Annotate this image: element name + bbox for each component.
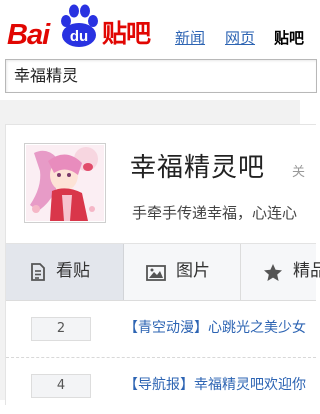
nav-tieba-link[interactable]: 贴吧 [274,29,304,47]
search-input[interactable]: 幸福精灵 [5,59,317,93]
logo-latin-text: Bai [7,19,50,51]
forum-avatar[interactable] [24,143,106,223]
thread-title-link[interactable]: 【青空动漫】心跳光之美少女 [124,318,306,338]
tab-posts-label: 看贴 [56,261,90,281]
document-icon [30,263,46,285]
tab-featured[interactable]: 精品 [241,244,320,300]
site-header: Bai du 贴吧 新闻 网页 贴吧 [0,0,304,60]
forum-card: 幸福精灵吧 关 手牵手传递幸福，心连心 看贴 图片 精品 2 【青空动漫】心跳光… [5,124,320,405]
thread-row[interactable]: 2 【青空动漫】心跳光之美少女 [6,303,316,358]
star-icon [263,263,283,286]
tab-featured-label: 精品 [293,261,320,281]
forum-slogan: 手牵手传递幸福，心连心 [132,204,298,222]
thread-title-link[interactable]: 【导航报】幸福精灵吧欢迎你 [124,375,306,395]
tab-images[interactable]: 图片 [124,244,241,300]
thread-row[interactable]: 4 【导航报】幸福精灵吧欢迎你 [6,360,316,414]
follow-button[interactable]: 关 [292,165,305,181]
search-input-value: 幸福精灵 [14,66,79,85]
baidu-tieba-logo[interactable]: Bai du 贴吧 [7,4,157,50]
logo-tieba-text: 贴吧 [102,19,151,48]
forum-title: 幸福精灵吧 [130,153,266,183]
reply-count-badge: 2 [31,317,91,341]
logo-paw-text: du [69,28,89,45]
tab-images-label: 图片 [176,261,210,281]
nav-web-link[interactable]: 网页 [225,29,255,47]
tab-posts[interactable]: 看贴 [6,244,124,300]
paw-icon: du [56,4,102,48]
image-icon [146,265,166,285]
forum-tabs: 看贴 图片 精品 [6,243,320,301]
nav-news-link[interactable]: 新闻 [175,29,205,47]
reply-count-badge: 4 [31,374,91,398]
